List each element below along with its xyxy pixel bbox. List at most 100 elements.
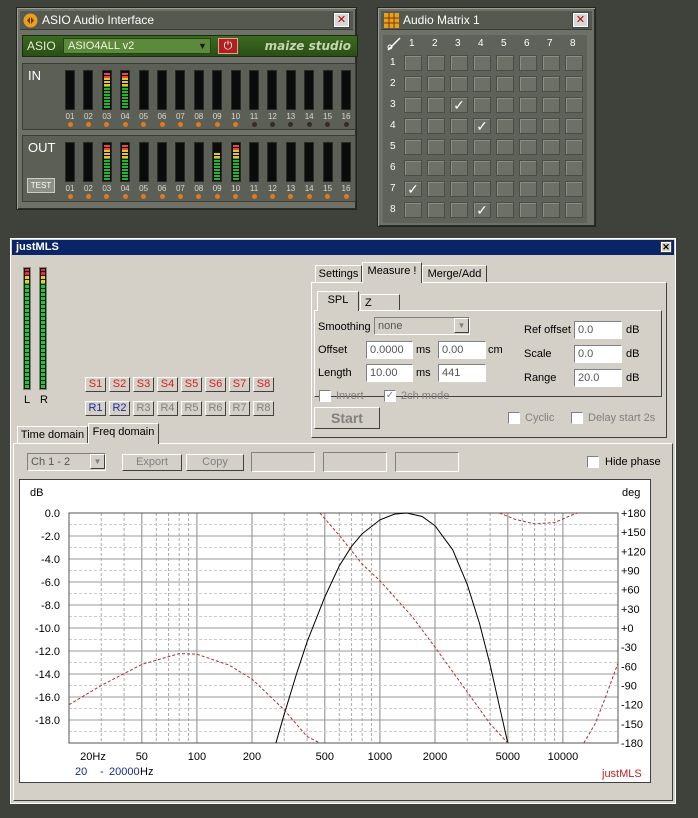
hide-phase-checkbox[interactable] <box>587 456 599 468</box>
tab-merge-add[interactable]: Merge/Add <box>422 265 487 283</box>
matrix-cell[interactable] <box>427 181 445 197</box>
ref-button-r5[interactable]: R5 <box>181 401 202 416</box>
matrix-cell[interactable] <box>542 181 560 197</box>
matrix-close-button[interactable]: ✕ <box>572 12 589 28</box>
slot-button-s4[interactable]: S4 <box>157 377 178 392</box>
matrix-cell[interactable] <box>496 76 514 92</box>
offset-ms-input[interactable]: 0.0000 <box>366 341 413 359</box>
matrix-cell[interactable] <box>565 181 583 197</box>
frequency-plot[interactable]: dB deg 0.0 -2.0 -4.0 -6.0 -8.0 -10.0 -12.0 -14.0 -… <box>19 479 651 783</box>
slot-button-s6[interactable]: S6 <box>205 377 226 392</box>
slot-button-s2[interactable]: S2 <box>109 377 130 392</box>
in-channel-led[interactable] <box>288 122 294 127</box>
matrix-cell[interactable] <box>473 181 491 197</box>
matrix-cell[interactable] <box>565 97 583 113</box>
matrix-cell[interactable] <box>519 118 537 134</box>
matrix-cell[interactable] <box>427 139 445 155</box>
matrix-cell[interactable] <box>473 139 491 155</box>
out-channel-led[interactable] <box>67 194 73 199</box>
matrix-cell[interactable] <box>450 55 468 71</box>
in-channel-led[interactable] <box>233 122 239 127</box>
matrix-cell[interactable] <box>450 181 468 197</box>
matrix-cell[interactable] <box>404 202 422 218</box>
slot-button-s5[interactable]: S5 <box>181 377 202 392</box>
out-channel-led[interactable] <box>122 194 128 199</box>
matrix-cell[interactable] <box>496 118 514 134</box>
delay-start-checkbox[interactable] <box>571 412 583 424</box>
tab-measure[interactable]: Measure ! <box>362 262 422 283</box>
matrix-cell[interactable] <box>519 97 537 113</box>
ref-button-r3[interactable]: R3 <box>133 401 154 416</box>
matrix-cell[interactable] <box>542 202 560 218</box>
matrix-cell[interactable] <box>519 202 537 218</box>
out-channel-led[interactable] <box>288 194 294 199</box>
out-channel-led[interactable] <box>343 194 349 199</box>
in-channel-led[interactable] <box>343 122 349 127</box>
in-channel-led[interactable] <box>306 122 312 127</box>
justmls-titlebar[interactable]: justMLS ✕ <box>12 240 674 255</box>
matrix-cell[interactable] <box>496 139 514 155</box>
ref-button-r8[interactable]: R8 <box>253 401 274 416</box>
matrix-cell[interactable] <box>542 76 560 92</box>
length-samples-input[interactable]: 441 <box>438 364 486 382</box>
matrix-cell[interactable] <box>473 55 491 71</box>
matrix-cell[interactable] <box>496 97 514 113</box>
matrix-cell[interactable]: ✓ <box>404 181 422 197</box>
copy-button[interactable]: Copy <box>186 454 244 471</box>
matrix-cell[interactable] <box>496 160 514 176</box>
export-button[interactable]: Export <box>122 454 182 471</box>
cyclic-checkbox[interactable] <box>508 412 520 424</box>
slot-button-s7[interactable]: S7 <box>229 377 250 392</box>
matrix-cell[interactable] <box>542 118 560 134</box>
out-channel-led[interactable] <box>177 194 183 199</box>
matrix-cell[interactable] <box>427 202 445 218</box>
length-ms-input[interactable]: 10.00 <box>366 364 413 382</box>
matrix-cell[interactable] <box>427 76 445 92</box>
matrix-cell[interactable] <box>565 139 583 155</box>
matrix-cell[interactable] <box>427 55 445 71</box>
channel-select[interactable]: Ch 1 - 2 ▼ <box>27 453 106 471</box>
matrix-cell[interactable] <box>404 139 422 155</box>
matrix-cell[interactable] <box>496 202 514 218</box>
matrix-cell[interactable]: ✓ <box>473 202 491 218</box>
out-channel-led[interactable] <box>141 194 147 199</box>
tab-settings[interactable]: Settings <box>315 265 362 283</box>
2ch-mode-checkbox[interactable]: ✓ <box>384 390 396 402</box>
out-channel-led[interactable] <box>269 194 275 199</box>
in-channel-led[interactable] <box>196 122 202 127</box>
matrix-cell[interactable] <box>404 160 422 176</box>
out-channel-led[interactable] <box>196 194 202 199</box>
matrix-cell[interactable] <box>450 139 468 155</box>
in-channel-led[interactable] <box>159 122 165 127</box>
out-channel-led[interactable] <box>159 194 165 199</box>
in-channel-led[interactable] <box>67 122 73 127</box>
out-channel-led[interactable] <box>104 194 110 199</box>
matrix-cell[interactable] <box>450 76 468 92</box>
matrix-cell[interactable] <box>404 76 422 92</box>
asio-titlebar[interactable]: ASIO Audio Interface ✕ <box>20 11 353 30</box>
matrix-cell[interactable] <box>519 55 537 71</box>
matrix-cell[interactable] <box>565 160 583 176</box>
in-channel-led[interactable] <box>122 122 128 127</box>
matrix-cell[interactable]: ✓ <box>450 97 468 113</box>
in-channel-led[interactable] <box>141 122 147 127</box>
matrix-cell[interactable] <box>427 97 445 113</box>
matrix-cell[interactable] <box>565 202 583 218</box>
tab-freq-domain[interactable]: Freq domain <box>88 423 159 444</box>
out-channel-led[interactable] <box>85 194 91 199</box>
matrix-cell[interactable] <box>496 181 514 197</box>
matrix-cell[interactable] <box>542 160 560 176</box>
matrix-cell[interactable] <box>404 55 422 71</box>
matrix-cell[interactable] <box>519 181 537 197</box>
matrix-cell[interactable] <box>473 160 491 176</box>
matrix-cell[interactable] <box>427 118 445 134</box>
asio-driver-select[interactable]: ASIO4ALL v2 ▼ <box>63 38 211 54</box>
in-channel-led[interactable] <box>177 122 183 127</box>
matrix-cell[interactable] <box>450 202 468 218</box>
range-input[interactable]: 20.0 <box>574 369 622 387</box>
tab-time-domain[interactable]: Time domain <box>17 426 88 444</box>
asio-close-button[interactable]: ✕ <box>333 12 350 28</box>
ref-button-r1[interactable]: R1 <box>85 401 106 416</box>
out-channel-led[interactable] <box>214 194 220 199</box>
ref-button-r7[interactable]: R7 <box>229 401 250 416</box>
